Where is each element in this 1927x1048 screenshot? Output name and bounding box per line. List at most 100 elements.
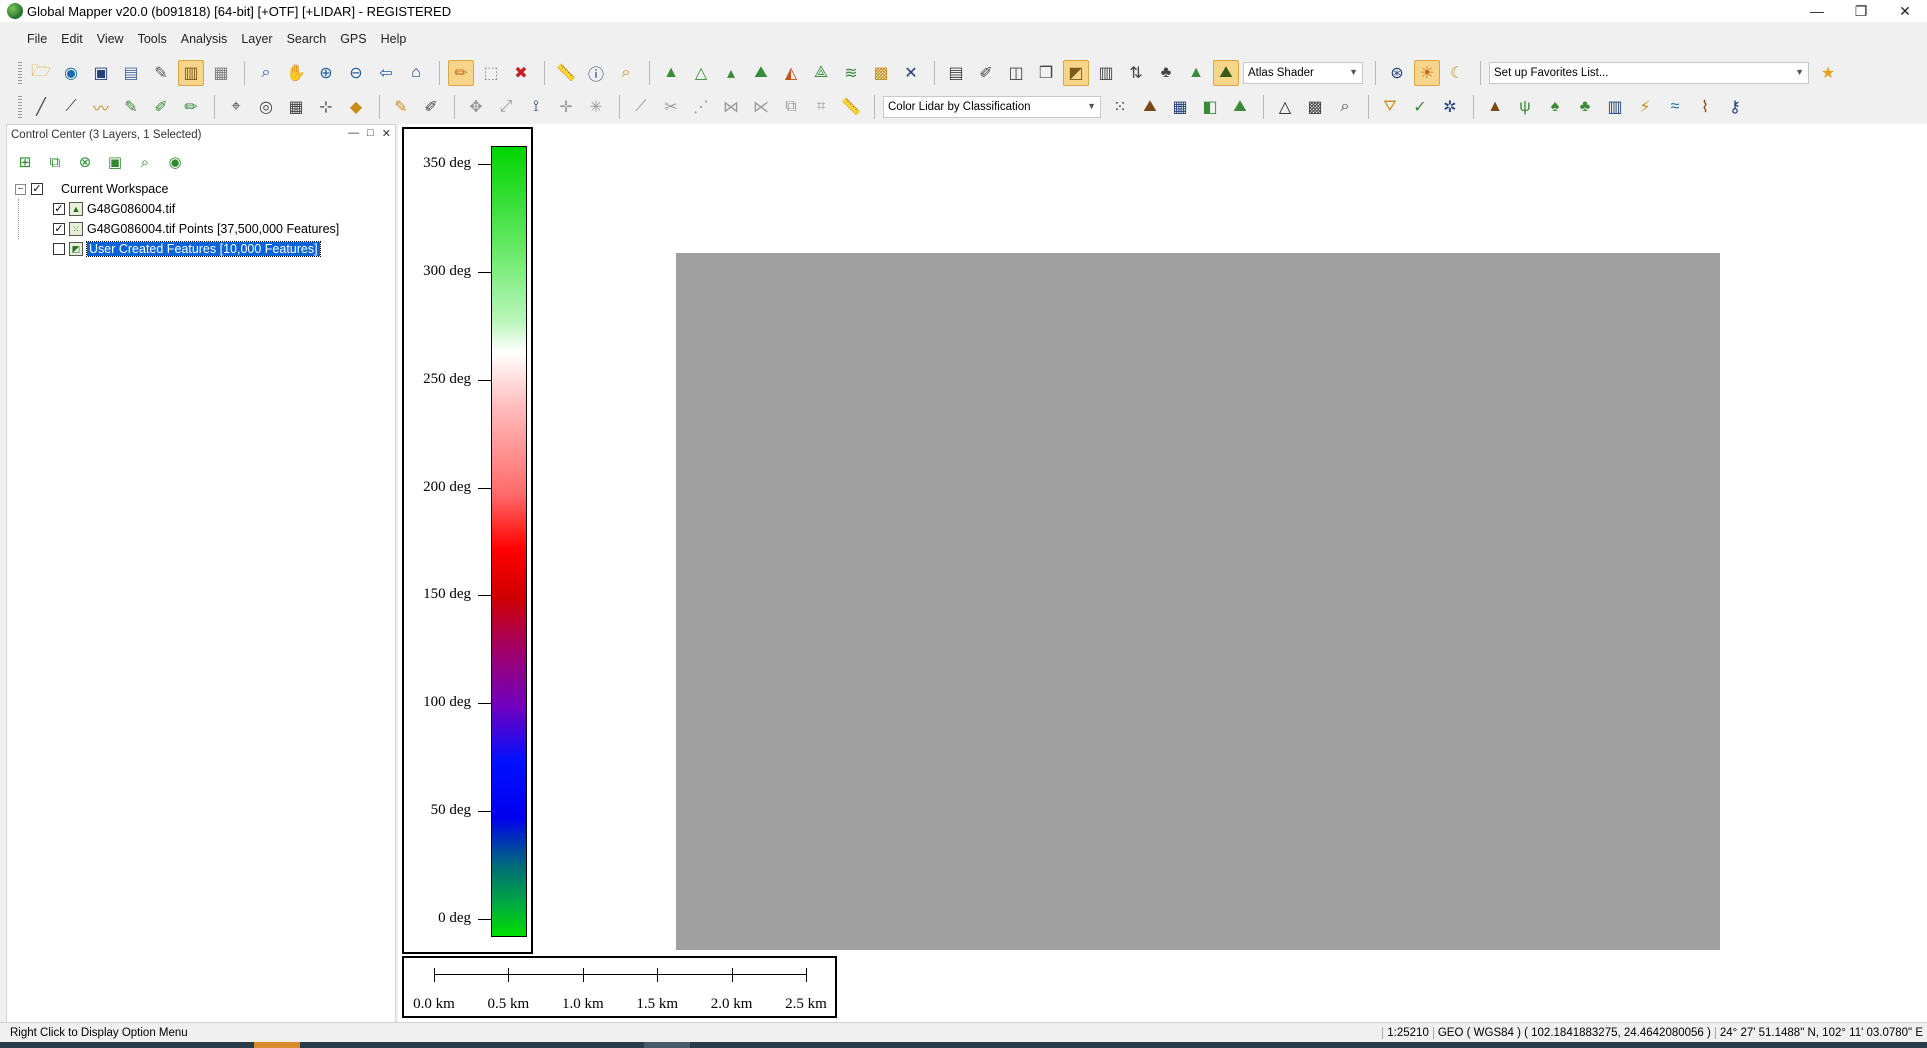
bridge-icon[interactable]: ⌇ [1692,94,1718,120]
back-arrow-icon[interactable]: ⇦ [373,60,399,86]
split-line-icon[interactable]: ✂ [658,94,684,120]
layer-options-icon[interactable]: ▣ [103,150,127,174]
snap-icon[interactable]: ⊹ [313,94,339,120]
favorites-select[interactable]: Set up Favorites List... ▼ [1489,62,1809,84]
menu-view[interactable]: View [90,32,131,46]
lidar-points-icon[interactable]: ⁙ [1107,94,1133,120]
join2-icon[interactable]: ⋉ [748,94,774,120]
layer-row[interactable]: ✓ ⁙ G48G086004.tif Points [37,500,000 Fe… [53,219,395,239]
high-veg-icon[interactable]: ♣ [1572,94,1598,120]
web-globe-icon[interactable]: ⊛ [1384,60,1410,86]
print-icon[interactable]: ▤ [118,60,144,86]
zoom-box-icon[interactable]: ⌕ [253,60,279,86]
peak-icon[interactable]: ▲ [1183,60,1209,86]
medium-veg-icon[interactable]: ♠ [1542,94,1568,120]
fill-icon[interactable]: ◆ [343,94,369,120]
split-view-icon[interactable]: ◫ [1003,60,1029,86]
menu-help[interactable]: Help [374,32,414,46]
path-profile-icon[interactable]: ⟁ [808,60,834,86]
pan-hand-icon[interactable]: ✋ [283,60,309,86]
sun-icon[interactable]: ☀ [1414,60,1440,86]
show-layer-icon[interactable]: ◉ [163,150,187,174]
key-icon[interactable]: ⚷ [1722,94,1748,120]
ruler-icon[interactable]: 📏 [838,94,864,120]
water-icon[interactable]: ≈ [1662,94,1688,120]
cross-move-icon[interactable]: ✛ [553,94,579,120]
add-layer-icon[interactable]: ⊞ [13,150,37,174]
info-icon[interactable]: ⓘ [583,60,609,86]
lidar-color-select[interactable]: Color Lidar by Classification ▼ [883,96,1101,118]
open-folder-icon[interactable]: 🗁 [28,60,54,86]
view-shed-icon[interactable]: ◭ [778,60,804,86]
save-icon[interactable]: ▣ [88,60,114,86]
menu-layer[interactable]: Layer [234,32,279,46]
low-veg-icon[interactable]: ψ [1512,94,1538,120]
draw-freehand-icon[interactable]: 〰 [88,94,114,120]
building-icon[interactable]: ▥ [1602,94,1628,120]
copy-shape-icon[interactable]: ⧉ [778,94,804,120]
lidar-terrain-icon[interactable]: ⛰ [1137,94,1163,120]
line-tool-icon[interactable]: ⟋ [628,94,654,120]
lidar-search-icon[interactable]: ⌕ [1332,94,1358,120]
wrench-icon[interactable]: ✎ [148,60,174,86]
layout-icon[interactable]: ▤ [943,60,969,86]
control-center-icon[interactable]: ▥ [178,60,204,86]
draw-line-icon[interactable]: ╱ [28,94,54,120]
slope-icon[interactable]: ◩ [1063,60,1089,86]
menu-search[interactable]: Search [280,32,334,46]
toolbar-grip[interactable] [18,62,22,84]
lidar-classify-icon[interactable]: ⛰ [1227,94,1253,120]
globe-icon[interactable]: ◉ [58,60,84,86]
measure-icon[interactable]: 📏 [553,60,579,86]
lidar-settings-icon[interactable]: ✲ [1437,94,1463,120]
panel-minimize-icon[interactable]: — [348,127,359,140]
star-icon[interactable]: ★ [1815,60,1841,86]
zoom-in-icon[interactable]: ⊕ [313,60,339,86]
layer-row[interactable]: ✓ ▲ G48G086004.tif [53,199,395,219]
draw-brush-icon[interactable]: ✏ [178,94,204,120]
menu-file[interactable]: File [20,32,54,46]
filter-icon[interactable]: ⛛ [1377,94,1403,120]
star-move-icon[interactable]: ✳ [583,94,609,120]
panel-close-icon[interactable]: ✕ [382,127,391,140]
remove-layer-icon[interactable]: ⊗ [73,150,97,174]
layer-row[interactable]: ◩ User Created Features [10,000 Features… [53,239,395,259]
collapse-icon[interactable]: − [15,183,26,195]
minimize-button[interactable]: — [1795,0,1839,22]
vertex-icon[interactable]: ⋰ [688,94,714,120]
watershed-icon[interactable]: ⛰ [748,60,774,86]
3d-view-icon[interactable]: ❒ [1033,60,1059,86]
restore-button[interactable]: ❐ [1839,0,1883,22]
connect-icon[interactable]: ⟟ [523,94,549,120]
select-box-icon[interactable]: ⬚ [478,60,504,86]
layer-checkbox[interactable]: ✓ [53,223,65,235]
layer-checkbox[interactable]: ✓ [53,203,65,215]
tree-icon[interactable]: ♣ [1153,60,1179,86]
feature-search-icon[interactable]: ⌕ [613,60,639,86]
zoom-out-icon[interactable]: ⊖ [343,60,369,86]
draw-pen-icon[interactable]: ✐ [148,94,174,120]
shader-select[interactable]: Atlas Shader ▼ [1243,62,1363,84]
join-icon[interactable]: ⋈ [718,94,744,120]
workspace-row[interactable]: − ✓ Current Workspace [15,179,395,199]
crop-icon[interactable]: ⌗ [808,94,834,120]
raster-icon[interactable]: ▩ [868,60,894,86]
menu-gps[interactable]: GPS [333,32,373,46]
scale-icon[interactable]: ⤢ [493,94,519,120]
home-icon[interactable]: ⌂ [403,60,429,86]
menu-tools[interactable]: Tools [131,32,174,46]
close-button[interactable]: ✕ [1883,0,1927,22]
copy-layer-icon[interactable]: ⧉ [43,150,67,174]
terrain-profile-icon[interactable]: ▲ [658,60,684,86]
histogram-icon[interactable]: ▥ [1093,60,1119,86]
panel-maximize-icon[interactable]: □ [367,127,374,140]
draw-point-icon[interactable]: ⌖ [223,94,249,120]
digitizer-pencil-icon[interactable]: ✏ [448,60,474,86]
crosshair-icon[interactable]: ✕ [898,60,924,86]
sort-icon[interactable]: ⇅ [1123,60,1149,86]
draw-polyline-icon[interactable]: ⟋ [58,94,84,120]
workspace-checkbox[interactable]: ✓ [31,183,43,195]
triangle-icon[interactable]: △ [1272,94,1298,120]
ground-icon[interactable]: ▲ [1482,94,1508,120]
lidar-filter-icon[interactable]: ▦ [1167,94,1193,120]
